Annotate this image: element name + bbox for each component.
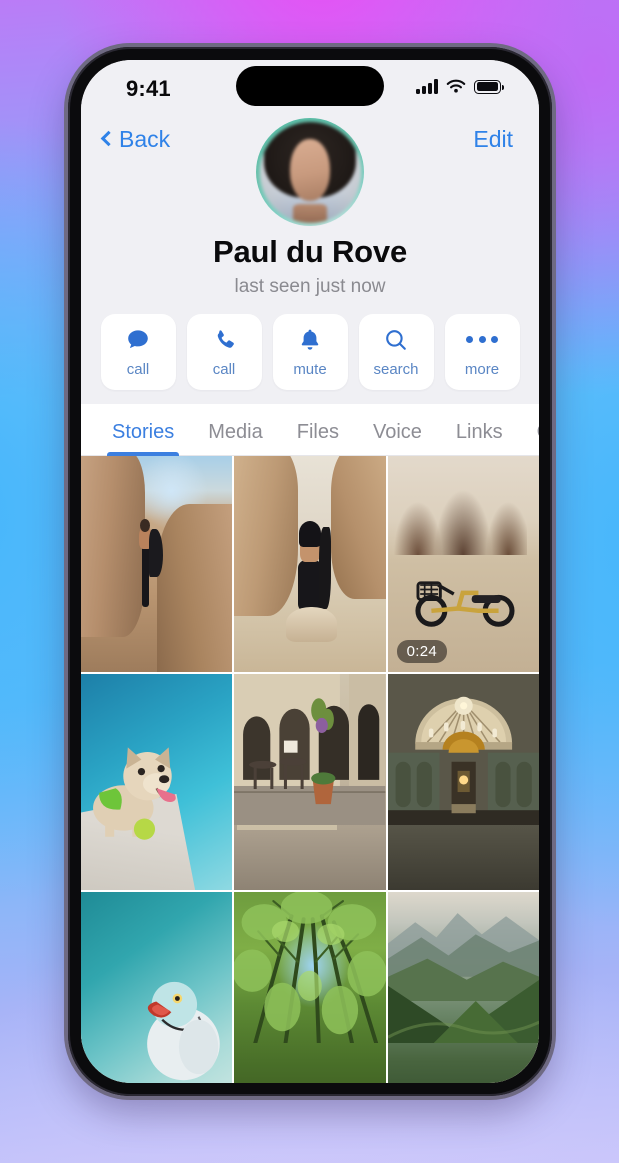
dynamic-island <box>236 66 384 106</box>
action-button-call-label: call <box>212 360 236 378</box>
profile-name: Paul du Rove <box>213 234 407 269</box>
parrot-shape <box>147 981 221 1080</box>
media-cell[interactable] <box>234 674 386 890</box>
tab-stories[interactable]: Stories <box>95 421 191 456</box>
media-cell[interactable] <box>234 892 386 1083</box>
phone-icon <box>217 329 234 348</box>
media-cell[interactable] <box>387 892 539 1083</box>
profile-last-seen: last seen just now <box>234 276 386 297</box>
media-cell[interactable] <box>81 674 233 890</box>
edit-button[interactable]: Edit <box>473 126 513 153</box>
motorbike-shape <box>415 581 515 627</box>
media-thumbnail <box>81 674 233 890</box>
media-thumbnail <box>387 892 539 1083</box>
mountain-shape <box>387 913 539 1044</box>
media-thumbnail <box>387 674 539 890</box>
stories-media-grid: 0:24 <box>81 456 539 1083</box>
dog-shape <box>93 747 176 840</box>
media-cell[interactable]: 0:24 <box>387 456 539 672</box>
action-button-more-label: more <box>464 360 500 378</box>
tab-links[interactable]: Links <box>439 421 520 455</box>
cellular-signal-icon <box>416 79 438 94</box>
chevron-left-icon <box>100 130 117 147</box>
street-shape <box>234 674 386 826</box>
tab-gifs[interactable]: GIFs <box>520 421 539 455</box>
media-thumbnail <box>234 892 386 1083</box>
media-thumbnail <box>81 892 233 1083</box>
bell-icon <box>301 329 319 350</box>
action-button-more[interactable]: more <box>444 314 520 390</box>
media-cell[interactable] <box>387 674 539 890</box>
gradient-background: 9:41 Back Edit Paul du Rove last seen ju… <box>0 0 619 1163</box>
status-bar-clock: 9:41 <box>126 76 171 101</box>
forest-shape <box>234 892 386 1044</box>
chat-bubble-icon <box>128 329 148 348</box>
phone-frame: 9:41 Back Edit Paul du Rove last seen ju… <box>68 47 552 1096</box>
action-button-chat-label: call <box>126 360 150 378</box>
battery-icon <box>474 79 505 94</box>
dome-shape <box>387 674 539 826</box>
media-thumbnail <box>234 674 386 890</box>
avatar-story-ring[interactable] <box>256 118 364 226</box>
back-button-label: Back <box>119 125 171 152</box>
action-button-search[interactable]: search <box>358 314 434 390</box>
media-thumbnail <box>234 456 386 672</box>
ellipsis-icon <box>466 327 498 353</box>
content-tab-bar: Stories Media Files Voice Links GIFs <box>81 404 539 456</box>
wifi-icon <box>446 79 466 93</box>
tab-media[interactable]: Media <box>191 421 279 455</box>
status-bar: 9:41 <box>81 60 539 116</box>
status-bar-indicators <box>416 78 505 95</box>
tab-files[interactable]: Files <box>280 421 356 455</box>
avatar[interactable] <box>259 121 361 223</box>
media-cell[interactable] <box>81 456 233 672</box>
media-cell[interactable] <box>234 456 386 672</box>
action-button-chat[interactable]: call <box>100 314 176 390</box>
action-buttons-row: call call mute search more <box>81 298 539 390</box>
media-cell[interactable] <box>81 892 233 1083</box>
back-button[interactable]: Back <box>100 125 171 153</box>
magnifier-icon <box>386 329 406 350</box>
profile-header: Back Edit Paul du Rove last seen just no… <box>81 116 539 404</box>
phone-screen: 9:41 Back Edit Paul du Rove last seen ju… <box>81 60 539 1083</box>
action-button-mute[interactable]: mute <box>272 314 348 390</box>
media-thumbnail <box>81 456 233 672</box>
action-button-call[interactable]: call <box>186 314 262 390</box>
action-button-search-label: search <box>373 360 419 378</box>
action-button-mute-label: mute <box>293 360 327 378</box>
video-duration-badge: 0:24 <box>396 640 448 663</box>
tab-voice[interactable]: Voice <box>356 421 439 455</box>
